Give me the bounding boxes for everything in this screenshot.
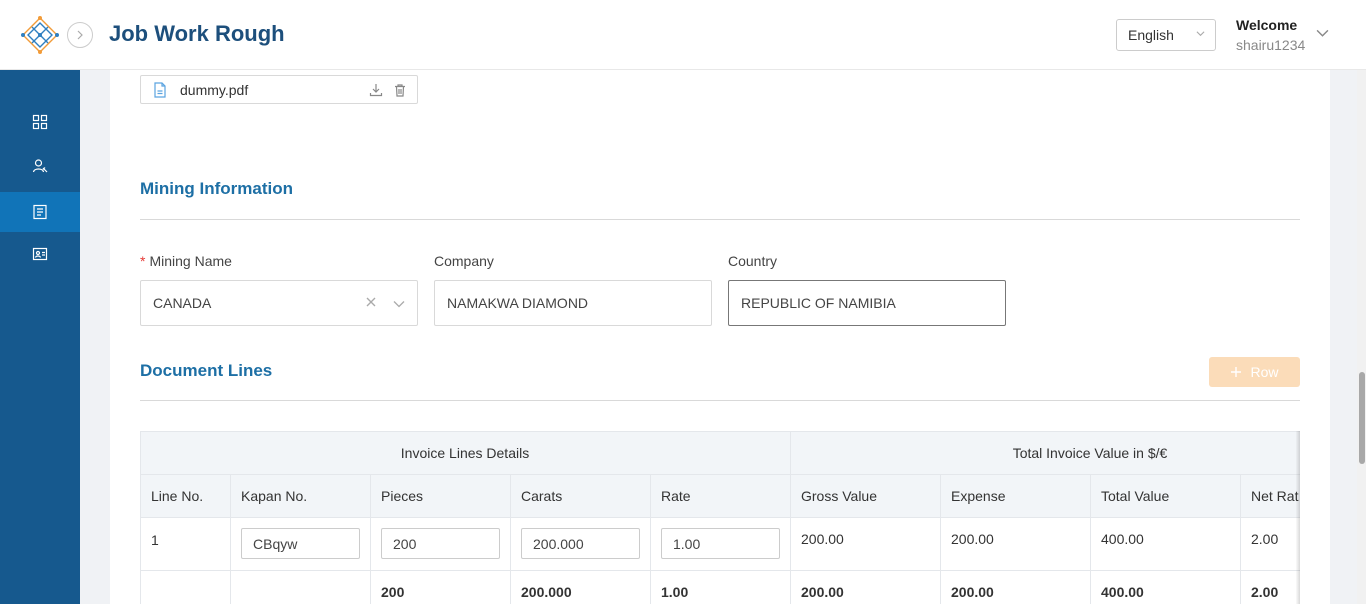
cell-line-no: 1 — [151, 532, 159, 548]
mining-name-value: CANADA — [153, 295, 212, 311]
chevron-down-icon — [1196, 31, 1205, 37]
dashboard-icon — [32, 114, 48, 130]
column-header-total-value: Total Value — [1101, 488, 1170, 504]
total-rate: 1.00 — [661, 584, 689, 600]
sidebar-toggle-button[interactable] — [67, 22, 93, 48]
table-border — [140, 474, 1300, 475]
country-value: REPUBLIC OF NAMIBIA — [741, 295, 896, 311]
cell-total-value: 400.00 — [1101, 531, 1144, 547]
sidebar-item-profile[interactable] — [0, 234, 80, 274]
pieces-input[interactable] — [381, 528, 500, 559]
chevron-right-icon — [77, 30, 83, 40]
users-icon — [32, 159, 48, 173]
total-carats: 200.000 — [521, 584, 572, 600]
mining-name-label: * Mining Name — [140, 253, 232, 269]
table-border — [140, 517, 1300, 518]
sidebar-item-documents[interactable] — [0, 192, 80, 232]
mining-name-label-text: Mining Name — [149, 253, 232, 269]
column-header-net-rate: Net Rat — [1251, 488, 1299, 504]
language-select-value: English — [1128, 27, 1174, 43]
attachment-file-name: dummy.pdf — [180, 81, 249, 98]
sidebar-item-dashboard[interactable] — [0, 102, 80, 142]
document-lines-table: Invoice Lines Details Total Invoice Valu… — [140, 431, 1300, 604]
total-expense: 200.00 — [951, 584, 994, 600]
table-border — [1090, 474, 1091, 604]
total-total-value: 400.00 — [1101, 584, 1144, 600]
table-border — [940, 474, 941, 604]
add-row-button[interactable]: Row — [1209, 357, 1300, 387]
sidebar-item-users[interactable] — [0, 146, 80, 186]
total-net-rate: 2.00 — [1251, 584, 1279, 600]
column-header-rate: Rate — [661, 488, 691, 504]
group-header-total-invoice: Total Invoice Value in $/€ — [1012, 445, 1168, 461]
add-row-label: Row — [1250, 364, 1279, 380]
mining-name-select[interactable]: CANADA — [140, 280, 418, 326]
column-header-line-no: Line No. — [151, 488, 204, 504]
table-border — [140, 570, 1300, 571]
column-header-carats: Carats — [521, 488, 563, 504]
clear-icon[interactable] — [365, 296, 377, 308]
rate-input[interactable] — [661, 528, 780, 559]
table-border — [1240, 474, 1241, 604]
delete-icon[interactable] — [393, 83, 407, 97]
page-scrollbar-thumb[interactable] — [1359, 372, 1365, 464]
username-text: shairu1234 — [1236, 37, 1306, 53]
table-border — [650, 474, 651, 604]
mining-information-title: Mining Information — [140, 179, 293, 198]
document-list-icon — [33, 204, 47, 220]
app-logo-icon[interactable] — [20, 15, 60, 55]
kapan-no-input[interactable] — [241, 528, 360, 559]
download-icon[interactable] — [369, 83, 383, 97]
cell-net-rate: 2.00 — [1251, 531, 1279, 547]
language-select[interactable]: English — [1116, 19, 1216, 51]
group-header-invoice-lines: Invoice Lines Details — [400, 445, 530, 461]
section-divider — [140, 219, 1300, 220]
total-pieces: 200 — [381, 584, 405, 600]
column-header-pieces: Pieces — [381, 488, 424, 504]
chevron-down-icon — [393, 301, 405, 308]
user-menu-chevron-icon[interactable] — [1316, 26, 1329, 39]
table-border — [510, 474, 511, 604]
total-gross-value: 200.00 — [801, 584, 844, 600]
required-marker: * — [140, 253, 146, 269]
table-scroll-shadow — [1296, 431, 1300, 604]
country-field[interactable]: REPUBLIC OF NAMIBIA — [728, 280, 1006, 326]
plus-icon — [1231, 367, 1242, 377]
column-header-expense: Expense — [951, 488, 1006, 504]
carats-input[interactable] — [521, 528, 640, 559]
company-value: NAMAKWA DIAMOND — [447, 295, 589, 311]
welcome-text: Welcome — [1236, 17, 1298, 33]
document-lines-title: Document Lines — [140, 361, 273, 380]
company-label: Company — [434, 253, 494, 269]
page-scrollbar-track[interactable] — [1357, 70, 1366, 604]
cell-gross-value: 200.00 — [801, 531, 844, 547]
app-header: Job Work Rough English Welcome shairu123… — [0, 0, 1366, 70]
column-header-kapan-no: Kapan No. — [241, 488, 308, 504]
company-field[interactable]: NAMAKWA DIAMOND — [434, 280, 712, 326]
table-border — [370, 474, 371, 604]
column-header-gross-value: Gross Value — [801, 488, 877, 504]
table-border — [140, 431, 1300, 432]
cell-expense: 200.00 — [951, 531, 994, 547]
country-label: Country — [728, 253, 778, 269]
table-border — [230, 474, 231, 604]
section-divider — [140, 400, 1300, 401]
sidebar — [0, 70, 80, 604]
file-icon — [154, 81, 166, 98]
attachment-item[interactable]: dummy.pdf — [140, 75, 418, 104]
app-title: Job Work Rough — [109, 21, 285, 46]
id-card-icon — [32, 247, 48, 261]
